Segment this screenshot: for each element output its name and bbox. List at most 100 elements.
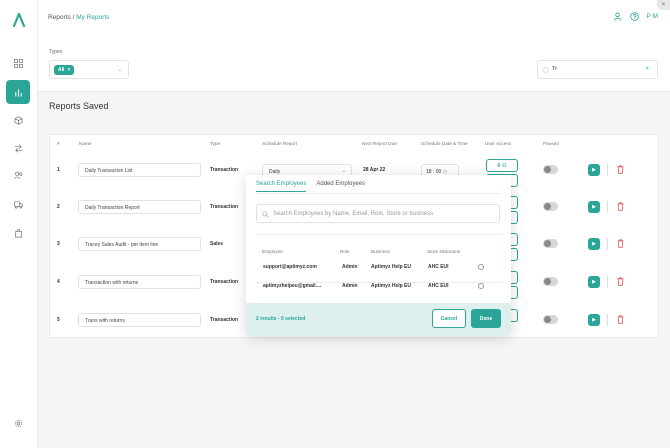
row-number: 1 — [57, 167, 60, 173]
row-number: 3 — [57, 241, 60, 247]
report-type: Sales — [210, 241, 224, 247]
sidebar-item-users[interactable] — [6, 163, 30, 187]
report-search-input[interactable]: Tr × — [537, 60, 658, 79]
sidebar-item-reports[interactable] — [6, 80, 30, 104]
help-icon[interactable] — [629, 12, 639, 21]
search-value: Tr — [552, 66, 557, 72]
trash-icon[interactable] — [617, 202, 624, 211]
user-icon[interactable] — [613, 12, 622, 21]
run-report-button[interactable]: ▶ — [588, 238, 600, 250]
tab-added-employees[interactable]: Added Employees — [316, 181, 365, 192]
col-header-next-due: Next Report Due — [362, 141, 397, 146]
cancel-button[interactable]: Cancel — [432, 309, 466, 328]
clear-search-icon[interactable]: × — [645, 66, 649, 72]
report-type: Transaction — [210, 167, 239, 173]
paused-toggle[interactable] — [543, 277, 558, 286]
grid-icon — [13, 58, 23, 68]
search-icon — [543, 67, 549, 73]
next-report-due: 28 Apr 22 — [363, 167, 386, 173]
col-header-schedule: Schedule Report — [262, 141, 297, 146]
types-chip[interactable]: All × — [54, 65, 75, 75]
trash-icon[interactable] — [617, 165, 624, 174]
report-type: Transaction — [210, 317, 239, 323]
types-select[interactable]: All × ⌄ — [49, 60, 129, 79]
run-report-button[interactable]: ▶ — [588, 164, 600, 176]
trash-icon[interactable] — [617, 239, 624, 248]
employee-store: AHC EUI — [428, 264, 449, 270]
close-icon[interactable]: × — [67, 67, 70, 73]
sidebar-item-dashboard[interactable] — [6, 51, 30, 75]
play-icon: ▶ — [592, 167, 596, 173]
breadcrumb-root[interactable]: Reports — [48, 14, 71, 21]
types-chip-label: All — [58, 67, 65, 73]
play-icon: ▶ — [592, 279, 596, 285]
header-actions: P M — [613, 12, 658, 21]
box-icon — [14, 115, 22, 125]
col-header-role: Role — [340, 249, 350, 254]
play-icon: ▶ — [592, 241, 596, 247]
section-title: Reports Saved — [49, 101, 109, 111]
report-name-input[interactable]: Tracey Sales Audit - per item line — [78, 237, 201, 251]
divider — [607, 314, 608, 326]
divider — [256, 234, 501, 235]
app-logo-icon[interactable] — [12, 13, 26, 27]
paused-toggle[interactable] — [543, 165, 558, 174]
user-initials[interactable]: P M — [647, 13, 658, 20]
employee-role: Admin — [342, 264, 358, 270]
sidebar-item-transfers[interactable] — [6, 136, 30, 160]
paused-toggle[interactable] — [543, 202, 558, 211]
employee-store: AHC EUI — [428, 283, 449, 289]
employee-row[interactable]: support@aptimyz.com Admin Aptimyz Help E… — [256, 259, 501, 277]
paused-toggle[interactable] — [543, 239, 558, 248]
sidebar-item-settings[interactable] — [6, 411, 30, 435]
sidebar — [0, 0, 38, 448]
employee-row[interactable]: aptimyzhelpeu@gmail.... Admin Aptimyz He… — [256, 278, 501, 296]
modal-footer: 2 results - 0 selected Cancel Done — [246, 303, 511, 336]
trash-icon[interactable] — [617, 315, 624, 324]
select-employee-radio[interactable] — [478, 283, 484, 289]
row-number: 5 — [57, 317, 60, 323]
play-icon: ▶ — [592, 204, 596, 210]
close-icon[interactable]: × — [657, 0, 670, 10]
col-header-name: Name — [79, 141, 92, 146]
chevron-down-icon[interactable]: ⌄ — [118, 67, 122, 73]
employee-email: aptimyzhelpeu@gmail.... — [263, 283, 322, 289]
row-number: 2 — [57, 204, 60, 210]
report-name-input[interactable]: Trans with returns — [78, 313, 201, 327]
transfer-icon — [14, 144, 22, 152]
run-report-button[interactable]: ▶ — [588, 201, 600, 213]
employee-email: support@aptimyz.com — [263, 264, 317, 270]
sidebar-item-orders[interactable] — [6, 221, 30, 245]
top-bar: Reports / My Reports P M Types All × ⌄ T… — [38, 0, 670, 92]
employee-search-input[interactable]: Search Employees by Name, Email, Role, S… — [256, 204, 500, 223]
employee-business: Aptimyz Help EU — [371, 264, 412, 270]
tab-search-employees[interactable]: Search Employees — [256, 181, 307, 192]
sidebar-item-products[interactable] — [6, 108, 30, 132]
tab-divider — [256, 193, 501, 194]
col-header-user-access: User Access — [485, 141, 512, 146]
trash-icon[interactable] — [617, 277, 624, 286]
chevron-down-icon: ⌄ — [341, 168, 346, 174]
col-header-business: Business — [371, 249, 391, 254]
shopping-bag-icon — [14, 228, 22, 237]
report-name-input[interactable]: Daily Transaction List — [78, 163, 201, 177]
col-header-employee: Employee — [262, 249, 283, 254]
sidebar-item-delivery[interactable] — [6, 192, 30, 216]
truck-icon — [13, 200, 23, 208]
run-report-button[interactable]: ▶ — [588, 276, 600, 288]
divider — [607, 276, 608, 288]
user-access-button[interactable]: 0 ⚇ — [486, 159, 518, 172]
done-button[interactable]: Done — [471, 309, 501, 328]
breadcrumb: Reports / My Reports — [48, 14, 109, 21]
select-employee-radio[interactable] — [478, 264, 484, 270]
bar-chart-icon — [14, 88, 22, 97]
run-report-button[interactable]: ▶ — [588, 314, 600, 326]
report-name-input[interactable]: Transaction with returns — [78, 275, 201, 289]
divider — [607, 164, 608, 176]
report-type: Transaction — [210, 204, 239, 210]
report-name-input[interactable]: Daily Transaction Report — [78, 200, 201, 214]
paused-toggle[interactable] — [543, 315, 558, 324]
users-icon — [13, 171, 22, 179]
divider — [607, 238, 608, 250]
results-count: 2 results - 0 selected — [256, 316, 306, 322]
